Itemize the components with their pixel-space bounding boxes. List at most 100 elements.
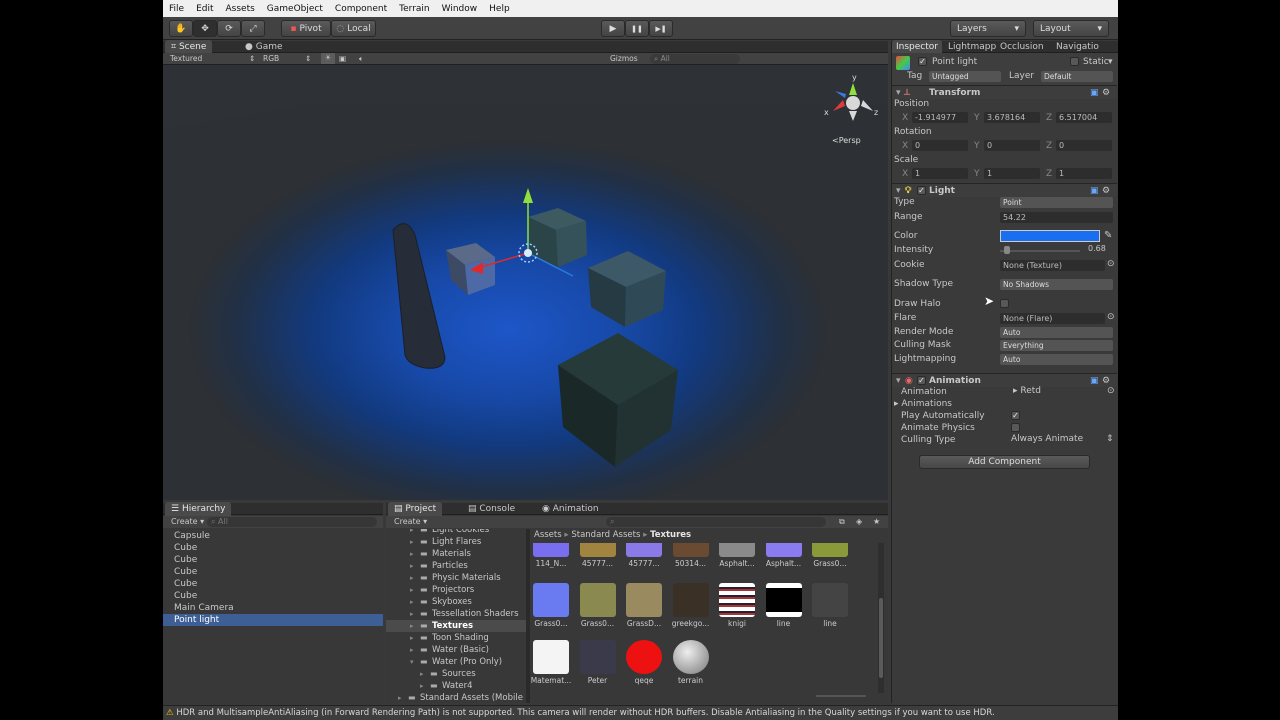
asset-thumbnail[interactable] xyxy=(719,583,755,617)
culling-type-dropdown[interactable]: Always Animate xyxy=(1011,434,1083,444)
crate-front-object[interactable] xyxy=(558,333,678,467)
hierarchy-item[interactable]: Cube xyxy=(163,578,383,590)
color-swatch[interactable] xyxy=(1000,230,1100,242)
rotation-x-field[interactable]: 0 xyxy=(912,140,968,151)
local-toggle-button[interactable]: ◌ Local xyxy=(331,20,376,37)
asset-thumbnail[interactable] xyxy=(812,543,848,557)
eyedropper-icon[interactable]: ✎ xyxy=(1104,230,1112,241)
static-dropdown-icon[interactable]: ▾ xyxy=(1108,57,1113,67)
scale-x-field[interactable]: 1 xyxy=(912,168,968,179)
foldout-arrow-icon[interactable]: ▸ xyxy=(420,680,424,692)
tab-game[interactable]: ● Game xyxy=(239,40,289,54)
foldout-arrow-icon[interactable]: ▸ xyxy=(410,560,414,572)
hierarchy-item[interactable]: Main Camera xyxy=(163,602,383,614)
small-cube-object[interactable] xyxy=(446,243,495,295)
asset-thumbnail[interactable] xyxy=(765,583,802,617)
asset-thumbnail[interactable] xyxy=(672,543,709,557)
foldout-arrow-icon[interactable]: ▸ xyxy=(410,536,414,548)
scene-view[interactable]: y x z <Persp xyxy=(163,65,888,500)
animation-header[interactable]: ▾ ◉ ✓ Animation ▣ ⚙ xyxy=(892,373,1117,387)
rotation-z-field[interactable]: 0 xyxy=(1056,140,1112,151)
asset-thumbnail[interactable] xyxy=(533,583,569,617)
add-component-button[interactable]: Add Component xyxy=(919,455,1090,469)
range-field[interactable]: 54.22 xyxy=(1000,212,1113,223)
folder-tree-item[interactable]: ▸ ▬ Toon Shading xyxy=(386,632,526,644)
animation-clip-field[interactable]: ▸ Retd xyxy=(1013,386,1041,396)
filter-type-icon[interactable]: ⧉ xyxy=(839,517,845,527)
layers-dropdown[interactable]: Layers ▾ xyxy=(950,20,1026,37)
thumbnail-size-slider[interactable] xyxy=(816,695,866,697)
folder-tree-item[interactable]: ▸ ▬ Light Flares xyxy=(386,536,526,548)
position-z-field[interactable]: 6.517004 xyxy=(1056,112,1112,123)
foldout-arrow-icon[interactable]: ▸ xyxy=(410,584,414,596)
foldout-arrow-icon[interactable]: ▸ xyxy=(398,692,402,703)
menu-gameobject[interactable]: GameObject xyxy=(261,4,329,14)
tab-navigation[interactable]: Navigatio xyxy=(1052,40,1103,54)
menu-file[interactable]: File xyxy=(163,4,190,14)
light-type-dropdown[interactable]: Point xyxy=(1000,197,1113,208)
persp-label[interactable]: <Persp xyxy=(832,136,861,145)
animate-physics-checkbox[interactable] xyxy=(1011,423,1020,432)
tab-console[interactable]: ▤ Console xyxy=(462,502,521,516)
folder-tree-item[interactable]: ▾ ▬ Water (Pro Only) xyxy=(386,656,526,668)
light-enabled-checkbox[interactable]: ✓ xyxy=(917,186,926,195)
hierarchy-item[interactable]: Point light xyxy=(163,614,383,626)
intensity-slider-track[interactable] xyxy=(1000,250,1080,252)
tab-project[interactable]: ▤ Project xyxy=(388,502,443,516)
render-mode-dropdown[interactable]: Auto xyxy=(1000,327,1113,338)
foldout-arrow-icon[interactable]: ▸ xyxy=(410,596,414,608)
animations-foldout[interactable]: ▸ Animations xyxy=(894,398,952,410)
asset-thumbnail[interactable] xyxy=(626,543,662,557)
asset-thumbnail[interactable] xyxy=(533,543,569,557)
tab-animation[interactable]: ◉ Animation xyxy=(536,502,605,516)
menu-edit[interactable]: Edit xyxy=(190,4,219,14)
asset-scrollbar-thumb[interactable] xyxy=(879,598,883,678)
foldout-arrow-icon[interactable]: ▸ xyxy=(410,572,414,584)
hierarchy-item[interactable]: Cube xyxy=(163,590,383,602)
tab-lightmapping[interactable]: Lightmapp xyxy=(944,40,1000,54)
asset-thumbnail[interactable] xyxy=(533,640,569,674)
intensity-slider-thumb[interactable] xyxy=(1003,246,1010,254)
channel-dropdown[interactable]: RGB xyxy=(263,54,279,63)
folder-tree-item[interactable]: ▸ ▬ Sources xyxy=(386,668,526,680)
lightmapping-dropdown[interactable]: Auto xyxy=(1000,354,1113,365)
folder-tree-item[interactable]: ▸ ▬ Materials xyxy=(386,548,526,560)
tab-inspector[interactable]: Inspector xyxy=(892,40,942,54)
favorite-star-icon[interactable]: ★ xyxy=(873,517,880,526)
draw-mode-dropdown[interactable]: Textured xyxy=(170,54,202,63)
rotate-tool-button[interactable]: ⟳ xyxy=(217,20,241,37)
shadow-type-dropdown[interactable]: No Shadows xyxy=(1000,279,1113,290)
light-header[interactable]: ▾ 💡︎ ✓ Light ▣ ⚙ xyxy=(892,183,1117,197)
flare-field[interactable]: None (Flare) xyxy=(1000,313,1105,324)
hierarchy-create-button[interactable]: Create ▾ xyxy=(171,517,204,526)
rotation-y-field[interactable]: 0 xyxy=(984,140,1040,151)
play-automatically-checkbox[interactable]: ✓ xyxy=(1011,411,1020,420)
scale-tool-button[interactable]: ⤢ xyxy=(241,20,265,37)
scene-search-input[interactable]: ⌕ All xyxy=(650,54,740,64)
audio-toggle-icon[interactable]: 🔈︎ xyxy=(359,54,364,64)
folder-tree-item[interactable]: ▸ ▬ Textures xyxy=(386,620,526,632)
step-button[interactable]: ▶❚ xyxy=(649,20,673,37)
layout-dropdown[interactable]: Layout ▾ xyxy=(1033,20,1109,37)
help-book-icon[interactable]: ▣ xyxy=(1090,374,1099,388)
tag-dropdown[interactable]: Untagged xyxy=(929,71,1001,82)
intensity-value[interactable]: 0.68 xyxy=(1088,244,1106,253)
capsule-object[interactable] xyxy=(392,223,446,369)
help-book-icon[interactable]: ▣ xyxy=(1090,86,1099,100)
project-search-input[interactable]: ⌕ xyxy=(606,517,826,527)
asset-thumbnail[interactable] xyxy=(672,583,709,617)
hierarchy-item[interactable]: Cube xyxy=(163,542,383,554)
project-create-button[interactable]: Create ▾ xyxy=(394,517,427,526)
asset-thumbnail[interactable] xyxy=(626,583,662,617)
menu-assets[interactable]: Assets xyxy=(220,4,261,14)
asset-thumbnail[interactable] xyxy=(765,543,802,557)
tab-occlusion[interactable]: Occlusion xyxy=(996,40,1048,54)
foldout-arrow-icon[interactable]: ▸ xyxy=(420,668,424,680)
breadcrumb-assets[interactable]: Assets xyxy=(534,530,562,540)
folder-tree-item[interactable]: ▸ ▬ Water (Basic) xyxy=(386,644,526,656)
scale-y-field[interactable]: 1 xyxy=(984,168,1040,179)
folder-tree-item[interactable]: ▸ ▬ Light Cookies xyxy=(386,529,526,536)
filter-label-icon[interactable]: ◈ xyxy=(856,517,862,526)
folder-tree-item[interactable]: ▸ ▬ Projectors xyxy=(386,584,526,596)
menu-terrain[interactable]: Terrain xyxy=(393,4,435,14)
